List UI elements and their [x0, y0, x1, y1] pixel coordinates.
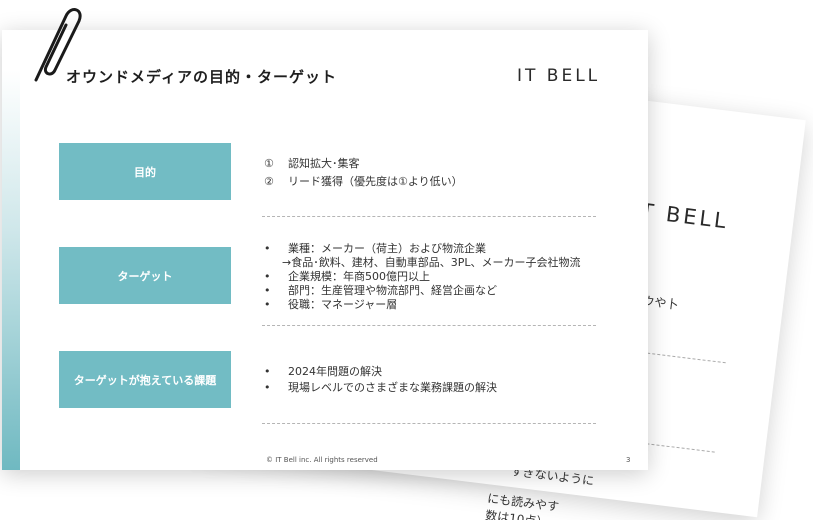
list-text: 2024年問題の解決 [288, 365, 382, 378]
list-marker: • [264, 242, 271, 255]
list-text: 現場レベルでのさまざまな業務課題の解決 [288, 381, 497, 394]
list-text: 企業規模：年商500億円以上 [288, 270, 430, 283]
label-purpose: 目的 [59, 143, 231, 200]
section-divider [262, 423, 596, 424]
list-marker: • [264, 270, 271, 283]
brand-logo: IT BELL [517, 66, 601, 86]
list-text: 認知拡大･集客 [288, 157, 360, 170]
page-number: 3 [626, 456, 631, 464]
list-marker: ① [264, 157, 274, 170]
list-item: • 企業規模：年商500億円以上 [264, 270, 580, 284]
slide-title: オウンドメディアの目的・ターゲット [66, 68, 337, 86]
list-item: • 業種：メーカー（荷主）および物流企業 [264, 242, 580, 256]
list-marker: ② [264, 175, 274, 188]
label-challenges: ターゲットが抱えている課題 [59, 351, 231, 408]
list-marker: • [264, 284, 271, 297]
challenges-list: • 2024年問題の解決 • 現場レベルでのさまざまな業務課題の解決 [264, 364, 497, 396]
main-slide: オウンドメディアの目的・ターゲット IT BELL 目的 ① 認知拡大･集客 ② リ… [2, 30, 648, 470]
list-marker: • [264, 365, 271, 378]
list-item: ② リード獲得（優先度は①より低い） [264, 174, 463, 189]
list-text: 部門：生産管理や物流部門、経営企画など [288, 284, 497, 297]
list-text: 業種：メーカー（荷主）および物流企業 [288, 242, 486, 255]
list-item: • 現場レベルでのさまざまな業務課題の解決 [264, 380, 497, 396]
list-item: • 役職：マネージャー層 [264, 298, 580, 312]
list-item: • 2024年問題の解決 [264, 364, 497, 380]
list-item: • 部門：生産管理や物流部門、経営企画など [264, 284, 580, 298]
list-text: 役職：マネージャー層 [288, 298, 398, 311]
target-list: • 業種：メーカー（荷主）および物流企業 →食品･飲料、建材、自動車部品、3PL、… [264, 242, 580, 312]
list-item: →食品･飲料、建材、自動車部品、3PL、メーカー子会社物流 [264, 256, 580, 270]
section-divider [262, 216, 596, 217]
label-target: ターゲット [59, 247, 231, 304]
list-text: リード獲得（優先度は①より低い） [288, 175, 463, 188]
accent-bar [2, 70, 20, 470]
list-marker: • [264, 381, 271, 394]
list-marker: • [264, 298, 271, 311]
list-item: ① 認知拡大･集客 [264, 156, 463, 171]
list-text: →食品･飲料、建材、自動車部品、3PL、メーカー子会社物流 [282, 256, 581, 269]
copyright-footer: © IT Bell inc. All rights reserved [266, 456, 378, 464]
paperclip-icon [34, 8, 82, 82]
purpose-list: ① 認知拡大･集客 ② リード獲得（優先度は①より低い） [264, 156, 463, 189]
section-divider [262, 325, 596, 326]
